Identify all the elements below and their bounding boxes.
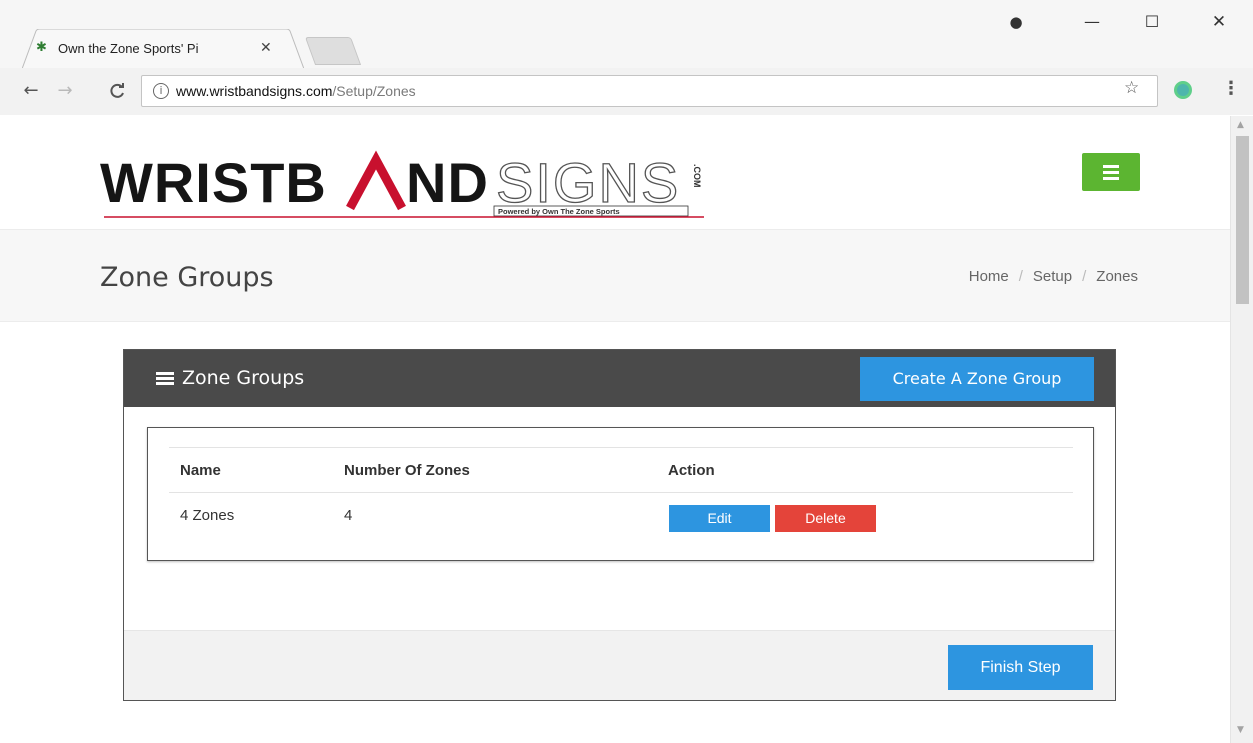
breadcrumb-home[interactable]: Home — [969, 268, 1009, 285]
column-header-name: Name — [180, 462, 221, 479]
finish-step-button[interactable]: Finish Step — [948, 645, 1093, 690]
hamburger-bar — [1103, 177, 1119, 180]
url-host: www.wristbandsigns.com — [176, 83, 333, 99]
forward-arrow-icon[interactable]: → — [52, 78, 78, 104]
user-profile-icon[interactable]: ● — [1000, 10, 1032, 34]
page-title: Zone Groups — [100, 262, 274, 293]
breadcrumb-separator: / — [1018, 268, 1023, 285]
zone-count: 4 — [344, 507, 353, 524]
scroll-down-arrow-icon[interactable]: ▼ — [1237, 725, 1244, 735]
scrollbar-thumb[interactable] — [1236, 136, 1249, 304]
hamburger-menu-button[interactable] — [1082, 153, 1140, 191]
logo-word-right: ND — [406, 151, 489, 214]
scroll-up-arrow-icon[interactable]: ▲ — [1237, 120, 1244, 130]
new-tab-button[interactable] — [304, 37, 362, 65]
url-text[interactable]: www.wristbandsigns.com/Setup/Zones — [176, 83, 416, 99]
table-header-row: Name Number Of Zones Action — [169, 447, 1073, 492]
page-viewport: WRISTB ND SIGNS .COM Powered by Own The … — [0, 116, 1230, 743]
extension-icon[interactable] — [1174, 81, 1192, 99]
tab-strip: ✱ Own the Zone Sports' Pi ✕ ● — ☐ ✕ — [0, 0, 1253, 69]
breadcrumb-zones: Zones — [1096, 268, 1138, 285]
browser-chrome: ✱ Own the Zone Sports' Pi ✕ ● — ☐ ✕ ← → … — [0, 0, 1253, 115]
panel-title: Zone Groups — [182, 367, 305, 389]
zone-group-name: 4 Zones — [180, 507, 235, 524]
site-header: WRISTB ND SIGNS .COM Powered by Own The … — [0, 116, 1230, 229]
browser-toolbar: ← → i www.wristbandsigns.com/Setup/Zones — [0, 68, 1253, 115]
logo-com: .COM — [692, 164, 702, 188]
reload-icon[interactable] — [104, 78, 130, 104]
browser-menu-icon[interactable]: ⋮ — [1222, 78, 1240, 99]
logo-a-mark — [346, 150, 406, 211]
logo-tagline: Powered by Own The Zone Sports — [498, 207, 620, 216]
column-header-action: Action — [668, 462, 715, 479]
minimize-icon[interactable]: — — [1076, 10, 1108, 34]
panel-footer: Finish Step — [124, 630, 1115, 700]
hamburger-bar — [1103, 171, 1119, 174]
site-info-icon[interactable]: i — [153, 83, 169, 99]
bookmark-star-icon[interactable]: ☆ — [1124, 78, 1139, 98]
hamburger-bar — [1103, 165, 1119, 168]
maximize-icon[interactable]: ☐ — [1136, 10, 1168, 34]
zone-groups-table-container: Name Number Of Zones Action 4 Zones 4 Ed… — [147, 427, 1094, 561]
close-window-icon[interactable]: ✕ — [1203, 10, 1235, 34]
column-header-number-of-zones: Number Of Zones — [344, 462, 470, 479]
list-icon — [156, 372, 174, 386]
breadcrumb-separator: / — [1082, 268, 1087, 285]
wristbandsigns-logo[interactable]: WRISTB ND SIGNS .COM Powered by Own The … — [100, 150, 705, 220]
zone-groups-panel: Zone Groups Create A Zone Group Name Num… — [123, 349, 1116, 701]
breadcrumb-setup[interactable]: Setup — [1033, 268, 1072, 285]
logo-word-left: WRISTB — [100, 151, 327, 214]
create-zone-group-button[interactable]: Create A Zone Group — [860, 357, 1094, 401]
tab-title: Own the Zone Sports' Pi — [58, 40, 199, 56]
address-bar[interactable]: i www.wristbandsigns.com/Setup/Zones — [141, 75, 1158, 107]
close-tab-icon[interactable]: ✕ — [260, 40, 272, 56]
panel-header: Zone Groups Create A Zone Group — [124, 350, 1115, 407]
logo-word-outline: SIGNS — [496, 151, 680, 214]
breadcrumb: Home / Setup / Zones — [969, 268, 1138, 285]
back-arrow-icon[interactable]: ← — [18, 78, 44, 104]
zone-groups-table: Name Number Of Zones Action 4 Zones 4 Ed… — [169, 447, 1073, 538]
site-favicon-icon: ✱ — [36, 40, 47, 55]
vertical-scrollbar[interactable]: ▲ ▼ — [1230, 116, 1253, 743]
delete-button[interactable]: Delete — [775, 505, 876, 532]
table-row: 4 Zones 4 Edit Delete — [169, 492, 1073, 538]
tab-content[interactable]: ✱ Own the Zone Sports' Pi ✕ — [36, 36, 291, 60]
url-path: /Setup/Zones — [332, 83, 416, 99]
edit-button[interactable]: Edit — [669, 505, 770, 532]
page-title-band: Zone Groups Home / Setup / Zones — [0, 229, 1230, 322]
logo-graphic: WRISTB ND SIGNS .COM Powered by Own The … — [100, 150, 704, 218]
